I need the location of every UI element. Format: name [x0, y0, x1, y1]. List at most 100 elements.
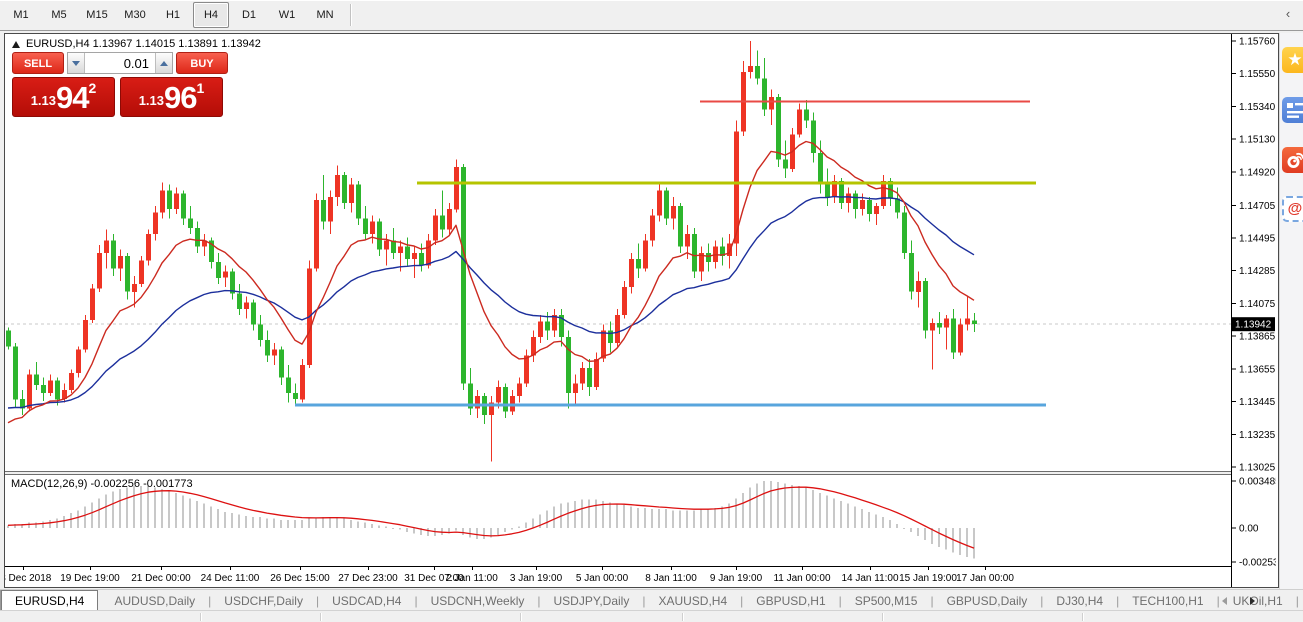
candlestick — [34, 362, 39, 390]
tab-scroll-left[interactable] — [1218, 595, 1230, 607]
sell-price-prefix: 1.13 — [31, 88, 56, 114]
macd-histogram-bar — [525, 523, 527, 528]
candlestick — [97, 245, 102, 292]
timeframe-button-m1[interactable]: M1 — [3, 2, 39, 28]
status-separator — [882, 613, 884, 621]
candlestick — [706, 244, 711, 272]
candlestick — [202, 234, 207, 256]
chart-tab-gbpusd-h1[interactable]: GBPUSD,H1 — [743, 590, 838, 611]
macd-axis-label: 0.00 — [1239, 524, 1259, 535]
macd-histogram-bar — [357, 521, 359, 528]
timeframe-button-mn[interactable]: MN — [307, 2, 343, 28]
current-price-badge-text: 1.13942 — [1235, 320, 1272, 331]
candlestick — [209, 237, 214, 268]
candlestick — [76, 346, 81, 377]
chart-tab-usdjpy-daily[interactable]: USDJPY,Daily — [541, 590, 643, 611]
chart-tab-sp500-m15[interactable]: SP500,M15 — [842, 590, 931, 611]
macd-histogram-bar — [826, 496, 828, 528]
macd-histogram-bar — [812, 490, 814, 528]
macd-histogram-bar — [588, 500, 590, 528]
candlestick — [6, 328, 11, 350]
weibo-icon[interactable] — [1282, 147, 1303, 173]
timeframe-button-h1[interactable]: H1 — [155, 2, 191, 28]
candlestick — [671, 197, 676, 230]
macd-histogram-bar — [455, 528, 457, 531]
macd-histogram-bar — [217, 509, 219, 528]
toolbar-overflow-icon[interactable]: ‹ — [1281, 6, 1295, 22]
macd-histogram-bar — [294, 520, 296, 528]
candlestick — [776, 94, 781, 167]
candlestick — [419, 244, 424, 272]
candlestick — [265, 331, 270, 362]
chart-tab-audusd-daily[interactable]: AUDUSD,Daily — [101, 590, 208, 611]
tab-scroll-right[interactable] — [1246, 595, 1258, 607]
buy-price-panel[interactable]: 1.13961 — [120, 77, 223, 117]
date-axis-label: 17 Jan 00:00 — [956, 573, 1014, 584]
timeframe-button-w1[interactable]: W1 — [269, 2, 305, 28]
candlestick — [636, 244, 641, 278]
timeframe-button-m15[interactable]: M15 — [79, 2, 115, 28]
candlestick — [454, 159, 459, 212]
date-axis-label: 18 Dec 2018 — [5, 573, 52, 584]
price-axis-label: 1.14075 — [1239, 299, 1276, 310]
candlestick — [762, 58, 767, 116]
candlestick — [391, 228, 396, 259]
macd-histogram-bar — [343, 519, 345, 528]
candlestick — [531, 331, 536, 362]
macd-histogram-bar — [644, 508, 646, 528]
date-axis-label: 26 Dec 15:00 — [270, 573, 330, 584]
macd-histogram-bar — [350, 520, 352, 528]
candlestick — [804, 100, 809, 128]
timeframe-button-h4[interactable]: H4 — [193, 2, 229, 28]
candlestick — [608, 321, 613, 352]
volume-decrease-button[interactable] — [68, 53, 85, 73]
chart-tab-gbpusd-daily[interactable]: GBPUSD,Daily — [934, 590, 1041, 611]
buy-price-sup: 1 — [197, 81, 205, 95]
chart-tab-xauusd-h4[interactable]: XAUUSD,H4 — [645, 590, 740, 611]
buy-button[interactable]: BUY — [176, 52, 228, 74]
chart-tab-usdchf-daily[interactable]: USDCHF,Daily — [211, 590, 316, 611]
price-axis-label: 1.13445 — [1239, 397, 1276, 408]
macd-histogram-bar — [371, 524, 373, 528]
macd-histogram-bar — [875, 515, 877, 529]
date-axis-label: 11 Jan 00:00 — [773, 573, 831, 584]
volume-input[interactable] — [85, 53, 155, 73]
macd-histogram-bar — [665, 509, 667, 528]
triangle-up-icon — [160, 61, 168, 66]
sell-button[interactable]: SELL — [12, 52, 64, 74]
macd-histogram-bar — [462, 528, 464, 535]
price-axis-label: 1.13235 — [1239, 430, 1276, 441]
news-feed-glyph — [1282, 97, 1303, 123]
macd-histogram-bar — [847, 504, 849, 528]
macd-histogram-bar — [231, 513, 233, 528]
macd-histogram-bar — [28, 523, 30, 528]
timeframe-button-m5[interactable]: M5 — [41, 2, 77, 28]
macd-histogram-bar — [504, 528, 506, 532]
candlestick — [370, 216, 375, 244]
chart-tab-u[interactable]: U — [1299, 590, 1303, 611]
candlestick — [286, 365, 291, 402]
status-separator — [200, 613, 202, 621]
chart-tab-eurusd-h4[interactable]: EURUSD,H4 — [1, 590, 98, 611]
chart-tab-usdcad-h4[interactable]: USDCAD,H4 — [319, 590, 414, 611]
timeframe-button-d1[interactable]: D1 — [231, 2, 267, 28]
chart-tab-usdcnh-weekly[interactable]: USDCNH,Weekly — [418, 590, 538, 611]
chart-tab-dj30-h4[interactable]: DJ30,H4 — [1043, 590, 1116, 611]
timeframe-button-m30[interactable]: M30 — [117, 2, 153, 28]
news-feed-icon[interactable] — [1282, 97, 1303, 123]
macd-histogram-bar — [259, 517, 261, 528]
macd-histogram-bar — [581, 500, 583, 528]
macd-histogram-bar — [868, 512, 870, 528]
mail-icon[interactable]: @ — [1282, 196, 1303, 222]
sell-price-panel[interactable]: 1.13942 — [12, 77, 115, 117]
candlestick — [13, 343, 18, 407]
chart-expand-icon[interactable] — [12, 41, 20, 48]
favorites-icon[interactable]: ★ — [1282, 47, 1303, 73]
macd-histogram-bar — [287, 520, 289, 528]
volume-increase-button[interactable] — [155, 53, 172, 73]
chart-tab-tech100-h1[interactable]: TECH100,H1 — [1119, 590, 1216, 611]
macd-histogram-bar — [938, 528, 940, 547]
macd-histogram-bar — [637, 508, 639, 528]
macd-histogram-bar — [749, 488, 751, 529]
date-axis-label: 24 Dec 11:00 — [201, 573, 260, 584]
